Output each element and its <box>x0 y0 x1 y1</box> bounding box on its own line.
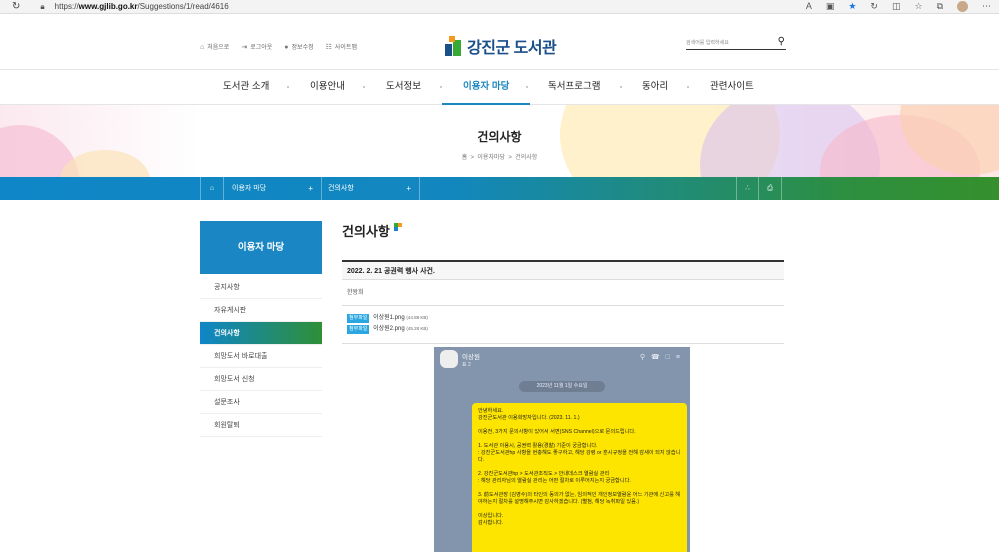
browser-toolbar: ↻ 🔒︎ https://www.gjlib.go.kr/Suggestions… <box>0 0 999 14</box>
attachment-badge: 첨부파일 <box>347 314 370 323</box>
util-sitemap-link[interactable]: ☷ 사이트맵 <box>326 42 357 51</box>
logout-icon: ⇥ <box>241 44 248 51</box>
attachment-badge: 첨부파일 <box>347 325 370 334</box>
gnb-item-programs[interactable]: 독서프로그램 <box>548 70 600 105</box>
subnav-depth2-dropdown[interactable]: 건의사항 + <box>322 177 420 200</box>
breadcrumb-separator-icon: > <box>506 155 514 161</box>
content-heading-text: 건의사항 <box>342 224 390 239</box>
chat-header-icons: ⚲☎□≡ <box>639 354 686 361</box>
attachments: 첨부파일 이상원1.png (44.88 KB) 첨부파일 이상원2.png (… <box>342 306 784 344</box>
gnb-item-guide[interactable]: 이용안내 <box>310 70 345 105</box>
print-button[interactable]: ⎙ <box>759 177 782 200</box>
attachment-size: (44.88 KB) <box>406 315 428 320</box>
gnb-item-clubs[interactable]: 동아리 <box>642 70 668 105</box>
favorite-star-icon[interactable]: ★ <box>848 1 856 12</box>
side-menu-item-quick-loan[interactable]: 희망도서 바로대출 <box>200 345 322 368</box>
gnb-item-links[interactable]: 관련사이트 <box>710 70 754 105</box>
more-icon[interactable]: ⋯ <box>982 1 991 12</box>
chat-profile-avatar <box>440 350 458 368</box>
subnav-depth1-dropdown[interactable]: 이용자 마당 + <box>224 177 322 200</box>
chat-header: 이상원 표 2 ⚲☎□≡ <box>434 347 690 373</box>
chat-name: 이상원 <box>462 354 480 361</box>
chat-date-chip: 2023년 11월 1일 수요일 <box>519 381 605 392</box>
board-content: 건의사항 2022. 2. 21 공권력 행사 사건. 한왕희 첨부파일 이상원… <box>342 221 784 344</box>
share-button[interactable]: ∴ <box>736 177 759 200</box>
gnb-item-books[interactable]: 도서정보 <box>386 70 421 105</box>
browser-tools: A ▣ ★ ↻ ◫ ☆ ⧉ ⋯ <box>806 1 991 12</box>
plus-icon: + <box>406 184 411 193</box>
main-navigation: 도서관 소개 이용안내 도서정보 이용자 마당 독서프로그램 동아리 관련사이트 <box>0 69 999 105</box>
chat-sub: 표 2 <box>462 362 471 368</box>
side-menu-item-book-request[interactable]: 희망도서 신청 <box>200 368 322 391</box>
util-profile-link[interactable]: ● 정보수정 <box>284 42 313 51</box>
reader-icon[interactable]: ▣ <box>826 1 835 12</box>
logo-text: 강진군 도서관 <box>467 40 557 57</box>
sitemap-icon: ☷ <box>325 44 332 51</box>
attached-chat-image: 이상원 표 2 ⚲☎□≡ 2023년 11월 1일 수요일 안녕하세요. 강진군… <box>434 347 690 552</box>
chat-message-text: 안녕하세요. 강진군도서관 이용희망자입니다. (2023. 11. 1.) 이… <box>478 408 681 526</box>
side-menu-title: 이용자 마당 <box>200 221 322 274</box>
side-menu-item-withdraw[interactable]: 회원탈퇴 <box>200 414 322 437</box>
side-menu-item-survey[interactable]: 설문조사 <box>200 391 322 414</box>
home-icon: ⌂ <box>209 185 215 192</box>
breadcrumb: 홈 > 이용자마당 > 건의사항 <box>0 152 999 161</box>
refresh-extension-icon[interactable]: ↻ <box>870 1 878 12</box>
util-logout-link[interactable]: ⇥ 로그아웃 <box>241 42 272 51</box>
page-title: 건의사항 <box>477 130 522 144</box>
post-writer: 한왕희 <box>342 280 784 306</box>
util-home-link[interactable]: ⌂ 처음으로 <box>200 42 229 51</box>
chat-message-bubble: 안녕하세요. 강진군도서관 이용희망자입니다. (2023. 11. 1.) 이… <box>472 403 687 552</box>
attachment-item[interactable]: 첨부파일 이상원1.png (44.88 KB) <box>347 312 784 323</box>
attachment-name[interactable]: 이상원1.png <box>373 315 405 321</box>
attachment-name[interactable]: 이상원2.png <box>373 326 405 332</box>
attachment-size: (45.28 KB) <box>406 326 428 331</box>
plus-icon: + <box>308 184 313 193</box>
split-screen-icon[interactable]: ◫ <box>892 1 901 12</box>
site-logo[interactable]: 강진군 도서관 <box>443 34 557 58</box>
lock-icon[interactable]: 🔒︎ <box>40 2 44 12</box>
side-menu-item-freeboard[interactable]: 자유게시판 <box>200 299 322 322</box>
subnav-depth2-label: 건의사항 <box>328 185 354 192</box>
breadcrumb-separator-icon: > <box>468 155 476 161</box>
search-icon[interactable]: ⚲ <box>778 36 785 48</box>
home-button[interactable]: ⌂ <box>200 177 224 200</box>
read-aloud-icon[interactable]: A <box>806 1 812 12</box>
utility-links: ⌂ 처음으로 ⇥ 로그아웃 ● 정보수정 ☷ 사이트맵 <box>200 42 357 51</box>
side-menu: 이용자 마당 공지사항 자유게시판 건의사항 희망도서 바로대출 희망도서 신청… <box>200 221 322 437</box>
subnav-depth1-label: 이용자 마당 <box>232 185 267 192</box>
home-icon: ⌂ <box>200 44 205 51</box>
share-icon: ∴ <box>745 185 750 192</box>
sub-navigation-bar: ⌂ 이용자 마당 + 건의사항 + ∴ ⎙ <box>0 177 999 200</box>
sub-visual-banner: 건의사항 홈 > 이용자마당 > 건의사항 <box>0 105 999 177</box>
gnb-item-about[interactable]: 도서관 소개 <box>223 70 269 105</box>
side-menu-item-suggestions[interactable]: 건의사항 <box>200 322 322 345</box>
reload-icon[interactable]: ↻ <box>12 1 20 12</box>
user-icon: ● <box>284 44 289 51</box>
breadcrumb-home[interactable]: 홈 <box>462 155 468 161</box>
gnb-item-user[interactable]: 이용자 마당 <box>442 70 531 105</box>
search-placeholder: 검색어를 입력하세요 <box>686 40 729 46</box>
post-title: 2022. 2. 21 공권력 행사 사건. <box>342 260 784 280</box>
side-menu-item-notice[interactable]: 공지사항 <box>200 276 322 299</box>
heading-deco-icon <box>394 219 402 231</box>
attachment-item[interactable]: 첨부파일 이상원2.png (45.28 KB) <box>347 323 784 334</box>
search-input[interactable]: 검색어를 입력하세요 ⚲ <box>686 36 786 50</box>
content-heading: 건의사항 <box>342 221 784 243</box>
address-bar[interactable]: https://www.gjlib.go.kr/Suggestions/1/re… <box>55 2 229 11</box>
breadcrumb-current: 건의사항 <box>515 155 538 161</box>
collections-icon[interactable]: ⧉ <box>937 1 943 12</box>
breadcrumb-user[interactable]: 이용자마당 <box>477 155 505 161</box>
print-icon: ⎙ <box>767 185 773 192</box>
favorites-icon[interactable]: ☆ <box>914 1 922 12</box>
logo-mark-icon <box>443 36 463 56</box>
profile-avatar[interactable] <box>957 1 968 12</box>
